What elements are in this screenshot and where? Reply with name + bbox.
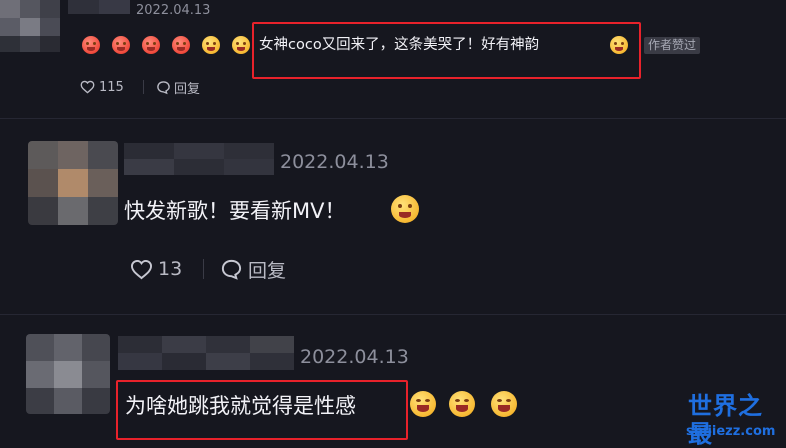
- watermark-site: shijiezz.com: [686, 424, 776, 439]
- emoji-icon: [172, 36, 190, 54]
- username-blurred[interactable]: [124, 143, 274, 175]
- divider: [143, 80, 144, 94]
- like-button[interactable]: 115: [80, 78, 124, 96]
- separator: [0, 118, 786, 119]
- laughing-emoji-icon: [410, 391, 436, 417]
- emoji-icon: [112, 36, 130, 54]
- like-count: 115: [99, 79, 124, 95]
- comment-date: 2022.04.13: [136, 3, 211, 18]
- emoji-icon: [202, 36, 220, 54]
- highlight-box: [252, 22, 641, 79]
- avatar[interactable]: [0, 0, 60, 52]
- comment-bubble-icon: [221, 259, 242, 280]
- divider: [203, 259, 204, 279]
- reply-label: 回复: [174, 81, 201, 97]
- avatar[interactable]: [26, 334, 110, 414]
- author-liked-badge: 作者赞过: [644, 37, 701, 54]
- separator: [0, 314, 786, 315]
- reply-label: 回复: [248, 259, 287, 282]
- username-blurred[interactable]: [118, 336, 294, 370]
- highlight-box: [116, 380, 408, 440]
- like-count: 13: [158, 258, 183, 280]
- reply-button[interactable]: 回复: [220, 256, 286, 282]
- avatar[interactable]: [28, 141, 118, 225]
- reply-button[interactable]: 回复: [156, 78, 201, 97]
- comment-date: 2022.04.13: [300, 346, 409, 368]
- emoji-icon: [391, 195, 419, 223]
- emoji-icon: [142, 36, 160, 54]
- heart-icon: [80, 80, 95, 94]
- comment-bubble-icon: [157, 80, 170, 94]
- like-button[interactable]: 13: [130, 256, 182, 282]
- laughing-emoji-icon: [491, 391, 517, 417]
- username-blurred[interactable]: [68, 0, 130, 14]
- heart-icon: [130, 259, 153, 279]
- comment-date: 2022.04.13: [280, 151, 389, 173]
- comment-text: 快发新歌！要看新MV！: [124, 199, 346, 223]
- laughing-emoji-icon: [449, 391, 475, 417]
- emoji-icon: [82, 36, 100, 54]
- emoji-icon: [232, 36, 250, 54]
